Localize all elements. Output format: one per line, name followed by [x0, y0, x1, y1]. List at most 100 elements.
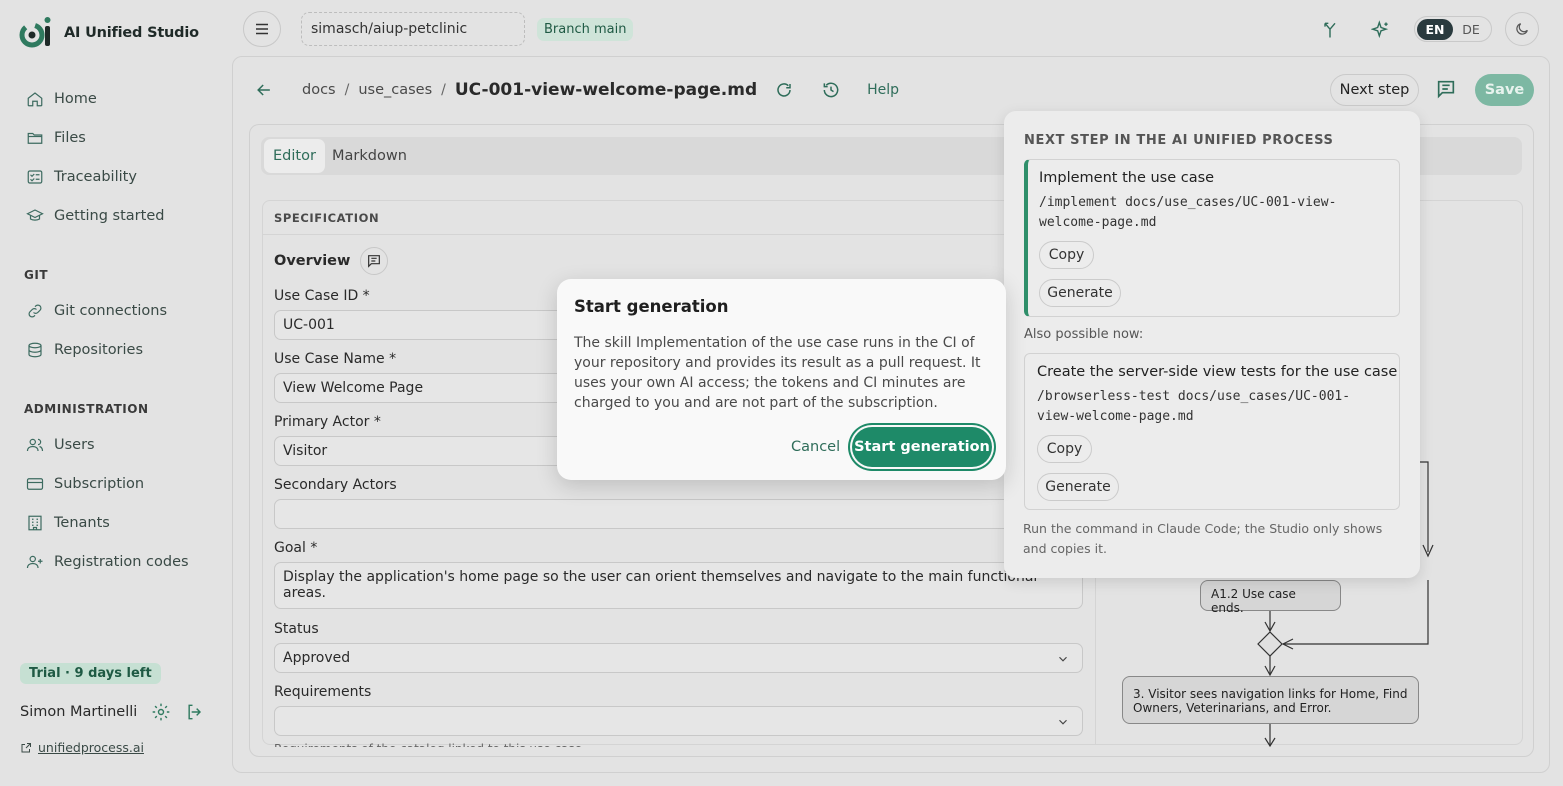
trial-badge: Trial · 9 days left: [20, 663, 161, 684]
credit-card-icon: [26, 477, 44, 490]
merge-button[interactable]: [1318, 18, 1342, 42]
status-value: Approved: [283, 650, 351, 666]
breadcrumb: docs / use_cases / UC-001-view-welcome-p…: [254, 72, 899, 108]
breadcrumb-separator: /: [344, 82, 350, 98]
sidebar-item-label: Registration codes: [54, 553, 189, 570]
menu-toggle-button[interactable]: [243, 11, 281, 47]
sidebar-item-home[interactable]: Home: [14, 79, 219, 118]
copy-button[interactable]: Copy: [1037, 435, 1092, 463]
sidebar-item-label: Repositories: [54, 341, 144, 358]
ai-assist-button[interactable]: [1369, 18, 1393, 42]
save-button[interactable]: Save: [1475, 74, 1534, 106]
sidebar-item-repositories[interactable]: Repositories: [14, 330, 219, 369]
flow-node-step3: 3. Visitor sees navigation links for Hom…: [1122, 676, 1419, 724]
branch-badge[interactable]: Branch main: [537, 18, 634, 41]
flow-node-a12: A1.2 Use case ends.: [1200, 580, 1341, 615]
external-link-icon: [21, 742, 31, 752]
overview-heading: Overview: [274, 247, 389, 275]
generate-button[interactable]: Generate: [1037, 473, 1119, 501]
sidebar-item-users[interactable]: Users: [14, 425, 219, 464]
link-icon: [28, 304, 42, 317]
hamburger-icon: [256, 23, 268, 35]
cancel-button[interactable]: Cancel: [786, 435, 845, 459]
tab-markdown[interactable]: Markdown: [323, 139, 416, 173]
main-nav: Home Files Traceability Getting started: [14, 79, 219, 235]
sidebar: AI Unified Studio Home Files Traceabilit…: [0, 0, 232, 786]
logo-icon: [19, 17, 51, 48]
overview-label: Overview: [274, 253, 351, 269]
sidebar-item-label: Tenants: [54, 514, 110, 531]
breadcrumb-use-cases[interactable]: use_cases: [358, 82, 432, 98]
sidebar-item-label: Git connections: [54, 302, 168, 319]
secondary-step-card: Create the server-side view tests for th…: [1024, 353, 1400, 510]
breadcrumb-separator: /: [441, 82, 446, 98]
primary-step-command: /implement docs/use_cases/UC-001-view-we…: [1039, 195, 1337, 230]
language-switcher: EN DE: [1414, 16, 1492, 42]
secondary-actors-input[interactable]: [274, 499, 1083, 529]
goal-label: Goal *: [274, 540, 318, 556]
sidebar-item-git-connections[interactable]: Git connections: [14, 291, 219, 330]
reload-button[interactable]: [775, 81, 793, 99]
back-button[interactable]: [254, 80, 274, 100]
dialog-title: Start generation: [574, 297, 729, 316]
breadcrumb-docs[interactable]: docs: [302, 82, 336, 98]
logout-icon[interactable]: [185, 702, 205, 722]
sidebar-item-label: Home: [54, 90, 97, 107]
sidebar-item-registration-codes[interactable]: Registration codes: [14, 542, 219, 581]
sidebar-item-label: Users: [54, 436, 95, 453]
tab-editor[interactable]: Editor: [264, 139, 325, 173]
secondary-step-command: /browserless-test docs/use_cases/UC-001-…: [1037, 389, 1351, 424]
start-generation-button[interactable]: Start generation: [852, 427, 992, 467]
users-icon: [26, 438, 44, 451]
theme-toggle-button[interactable]: [1505, 12, 1539, 46]
moon-icon: [1516, 23, 1528, 35]
merge-icon: [1324, 22, 1336, 38]
sidebar-item-tenants[interactable]: Tenants: [14, 503, 219, 542]
repo-selector[interactable]: simasch/aiup-petclinic: [301, 12, 525, 46]
refresh-icon: [777, 83, 791, 97]
database-icon: [28, 342, 42, 357]
comment-icon: [1437, 80, 1455, 99]
sidebar-item-subscription[interactable]: Subscription: [14, 464, 219, 503]
comments-button[interactable]: [1435, 78, 1457, 104]
comment-icon: [368, 255, 381, 268]
lang-de-button[interactable]: DE: [1453, 19, 1489, 40]
chevron-down-icon: [1059, 656, 1067, 662]
flow-decision: [1257, 631, 1283, 657]
git-nav: Git connections Repositories: [14, 291, 219, 369]
help-link[interactable]: Help: [867, 82, 899, 98]
status-select[interactable]: Approved: [274, 643, 1083, 673]
sparkles-icon: [1371, 20, 1389, 39]
section-administration: ADMINISTRATION: [24, 402, 149, 416]
home-icon: [27, 91, 43, 106]
popover-note: Run the command in Claude Code; the Stud…: [1023, 521, 1383, 556]
sidebar-item-label: Getting started: [54, 207, 165, 224]
overview-comment-button[interactable]: [360, 247, 389, 275]
building-icon: [28, 515, 42, 530]
dialog-body: The skill Implementation of the use case…: [574, 335, 981, 411]
popover-title: NEXT STEP IN THE AI UNIFIED PROCESS: [1024, 133, 1334, 148]
external-link[interactable]: unifiedprocess.ai: [20, 740, 144, 755]
use-case-name-label: Use Case Name *: [274, 351, 397, 367]
specification-header: SPECIFICATION: [263, 201, 1095, 235]
status-label: Status: [274, 621, 319, 637]
requirements-label: Requirements: [274, 684, 372, 700]
gear-icon[interactable]: [151, 702, 171, 722]
goal-textarea[interactable]: Display the application's home page so t…: [274, 562, 1083, 609]
sidebar-item-files[interactable]: Files: [14, 118, 219, 157]
arrow-left-icon: [257, 84, 270, 96]
graduation-cap-icon: [26, 208, 44, 221]
copy-button[interactable]: Copy: [1039, 241, 1094, 269]
sidebar-item-traceability[interactable]: Traceability: [14, 157, 219, 196]
next-step-button[interactable]: Next step: [1330, 74, 1419, 106]
sidebar-item-getting-started[interactable]: Getting started: [14, 196, 219, 235]
external-link-label: unifiedprocess.ai: [38, 740, 144, 755]
app-title: AI Unified Studio: [64, 25, 199, 41]
history-icon: [823, 82, 839, 98]
generate-button[interactable]: Generate: [1039, 279, 1121, 307]
brand[interactable]: AI Unified Studio: [18, 14, 199, 52]
lang-en-button[interactable]: EN: [1417, 18, 1453, 40]
use-case-id-label: Use Case ID *: [274, 288, 370, 304]
history-button[interactable]: [821, 80, 841, 100]
requirements-select[interactable]: [274, 706, 1083, 736]
